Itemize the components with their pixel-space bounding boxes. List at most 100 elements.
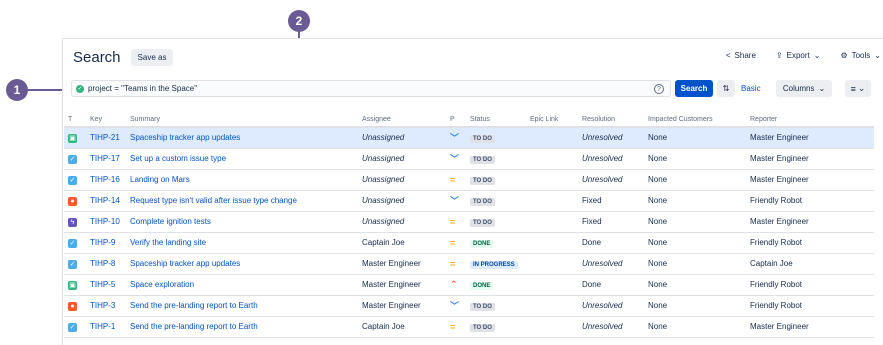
assignee-cell: Captain Joe [358,232,446,254]
issue-key-link[interactable]: TIHP-10 [86,211,126,233]
task-type-icon: ✓ [68,259,77,269]
columns-button[interactable]: Columns ⌄ [776,80,832,97]
epic-link-cell [526,127,578,149]
issue-type-cell: ✓ [64,169,86,191]
jql-query-input[interactable]: ✓ project = "Teams in the Space" ? [71,80,671,97]
issue-summary-link[interactable]: Send the pre-landing report to Earth [126,316,358,338]
issue-key-link[interactable]: TIHP-14 [86,190,126,212]
reporter-cell: Master Engineer [746,316,874,338]
status-badge: TO DO [470,218,495,227]
priority-medium-icon: = [450,174,456,185]
status-badge: TO DO [470,176,495,185]
task-type-icon: ✓ [68,154,77,164]
column-header[interactable]: Summary [126,112,358,128]
chevron-down-icon: ⌄ [874,51,881,60]
priority-cell: = [446,253,466,275]
priority-cell: ﹀ [446,127,466,149]
issue-summary-link[interactable]: Request type isn't valid after issue typ… [126,190,358,212]
issue-key-link[interactable]: TIHP-8 [86,253,126,275]
status-badge: TO DO [470,155,495,164]
task-type-icon: ✓ [68,175,77,185]
issue-key-link[interactable]: TIHP-21 [86,127,126,149]
column-header[interactable]: Key [86,112,126,128]
priority-cell: = [446,211,466,233]
status-cell: TO DO [466,316,526,338]
status-badge: IN PROGRESS [470,260,518,269]
column-header[interactable]: Impacted Customers [644,112,746,128]
issue-summary-link[interactable]: Spaceship tracker app updates [126,253,358,275]
status-cell: TO DO [466,148,526,170]
column-header[interactable]: Assignee [358,112,446,128]
priority-cell: = [446,169,466,191]
basic-mode-link[interactable]: Basic [741,84,761,93]
epic-link-cell [526,295,578,317]
task-type-icon: ✓ [68,322,77,332]
gear-icon: ⚙ [840,51,848,60]
table-row[interactable]: ▣ TIHP-5 Space exploration Master Engineer ⌃… [64,274,874,296]
column-header[interactable]: Epic Link [526,112,578,128]
issue-key-link[interactable]: TIHP-17 [86,148,126,170]
column-header[interactable]: Resolution [578,112,644,128]
chevron-down-icon: ⌄ [813,51,821,60]
reporter-cell: Friendly Robot [746,190,874,212]
assignee-cell: Unassigned [358,190,446,212]
assignee-cell: Unassigned [358,211,446,233]
task-type-icon: ✓ [68,238,77,248]
issue-summary-link[interactable]: Complete ignition tests [126,211,358,233]
callout-2: 2 [288,10,310,32]
impacted-customers-cell: None [644,127,746,149]
table-row[interactable]: ✓ TIHP-16 Landing on Mars Unassigned = TO DO U… [64,169,874,191]
switch-view-button[interactable]: ⇅ [717,80,735,97]
issue-key-link[interactable]: TIHP-3 [86,295,126,317]
epic-link-cell [526,274,578,296]
issue-summary-link[interactable]: Set up a custom issue type [126,148,358,170]
column-header[interactable]: P [446,112,466,128]
page-title: Search [73,49,121,66]
issue-summary-link[interactable]: Space exploration [126,274,358,296]
issue-key-link[interactable]: TIHP-9 [86,232,126,254]
reporter-cell: Friendly Robot [746,232,874,254]
table-row[interactable]: ▣ TIHP-21 Spaceship tracker app updates Una… [64,127,874,149]
table-row[interactable]: ● TIHP-3 Send the pre-landing report to Ea… [64,295,874,317]
export-button[interactable]: ⇪ Export ⌄ [776,51,821,60]
search-button[interactable]: Search [675,80,713,97]
issue-key-link[interactable]: TIHP-1 [86,316,126,338]
column-header[interactable]: T [64,112,86,128]
issue-summary-link[interactable]: Send the pre-landing report to Earth [126,295,358,317]
column-header[interactable]: Status [466,112,526,128]
status-badge: TO DO [470,197,495,206]
valid-check-icon: ✓ [76,84,84,93]
story-type-icon: ▣ [68,133,77,143]
menu-icon: ≡ [850,83,856,94]
table-row[interactable]: ϟ TIHP-10 Complete ignition tests Unassigne… [64,211,874,233]
resolution-cell: Unresolved [578,253,644,275]
jql-query-text: project = "Teams in the Space" [88,84,198,93]
impacted-customers-cell: None [644,295,746,317]
issue-summary-link[interactable]: Verify the landing site [126,232,358,254]
help-icon[interactable]: ? [654,84,664,94]
column-header[interactable]: Reporter [746,112,874,128]
share-icon: < [725,51,731,60]
resolution-cell: Unresolved [578,316,644,338]
callout-1: 1 [6,79,28,101]
priority-medium-icon: = [450,216,456,227]
table-row[interactable]: ● TIHP-14 Request type isn't valid after i… [64,190,874,212]
tools-button[interactable]: ⚙ Tools ⌄ [840,51,881,60]
priority-high-icon: ⌃ [450,279,458,289]
table-row[interactable]: ✓ TIHP-8 Spaceship tracker app updates Mast… [64,253,874,275]
epic-link-cell [526,253,578,275]
issue-summary-link[interactable]: Landing on Mars [126,169,358,191]
save-as-button[interactable]: Save as [130,49,174,66]
issue-key-link[interactable]: TIHP-16 [86,169,126,191]
share-button[interactable]: < Share [726,51,756,60]
more-menu-button[interactable]: ≡ ⌄ [845,80,871,97]
table-row[interactable]: ✓ TIHP-1 Send the pre-landing report to Ea… [64,316,874,338]
priority-cell: ⌃ [446,274,466,296]
table-row[interactable]: ✓ TIHP-9 Verify the landing site Captain Jo… [64,232,874,254]
priority-low-icon: ﹀ [450,154,460,164]
table-row[interactable]: ✓ TIHP-17 Set up a custom issue type Unassi… [64,148,874,170]
issue-summary-link[interactable]: Spaceship tracker app updates [126,127,358,149]
subtask-type-icon: ϟ [68,217,77,227]
impacted-customers-cell: None [644,211,746,233]
issue-key-link[interactable]: TIHP-5 [86,274,126,296]
